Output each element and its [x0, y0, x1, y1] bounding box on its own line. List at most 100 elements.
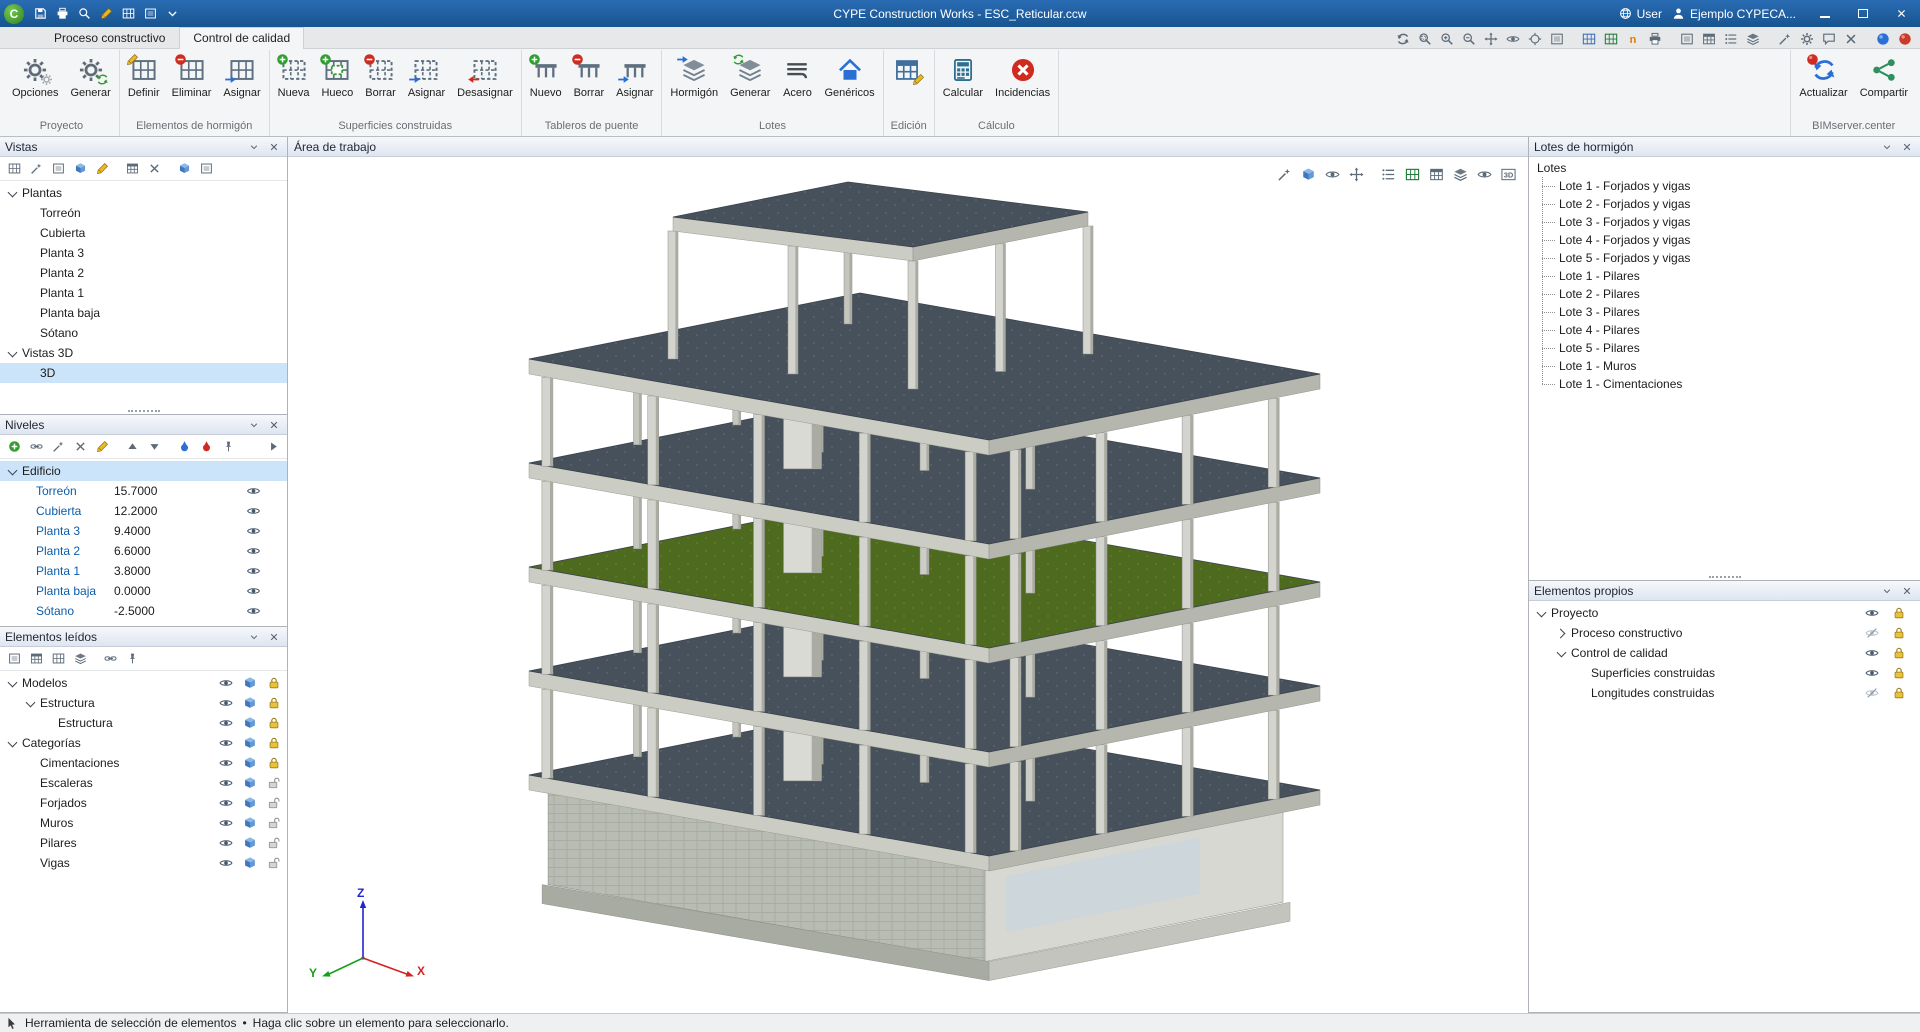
collapse-panel-icon[interactable]	[1879, 140, 1895, 154]
view-item-planta-1[interactable]: Planta 1	[0, 283, 287, 303]
level-item-planta-3[interactable]: Planta 3 9.4000	[0, 521, 287, 541]
ribbon-button-asignar[interactable]: Asignar	[611, 52, 658, 101]
highlight-red-icon[interactable]	[196, 437, 216, 456]
panel-resize-handle[interactable]	[0, 407, 287, 414]
duplicate-view-icon[interactable]	[122, 159, 142, 178]
save-icon[interactable]	[31, 5, 50, 23]
model-cube-icon[interactable]	[242, 856, 257, 871]
lot-item-lote-2-pilares[interactable]: Lote 2 - Pilares	[1542, 285, 1920, 303]
lot-item-lote-4-pilares[interactable]: Lote 4 - Pilares	[1542, 321, 1920, 339]
chevron-down-icon[interactable]	[8, 738, 18, 748]
unlock-icon[interactable]	[266, 776, 281, 791]
visibility-eye-icon[interactable]	[218, 816, 233, 831]
pin-levels-icon[interactable]	[218, 437, 238, 456]
ribbon-button-calcular[interactable]: Calcular	[938, 52, 988, 101]
delete-view-icon[interactable]	[144, 159, 164, 178]
visibility-eye-icon[interactable]	[218, 796, 233, 811]
lock-icon[interactable]	[266, 696, 281, 711]
panel-resize-handle[interactable]	[1529, 573, 1920, 580]
layer-views-icon[interactable]	[70, 649, 90, 668]
project-menu[interactable]: Ejemplo CYPECA...	[1672, 7, 1796, 21]
measure-tool-icon[interactable]	[1274, 165, 1294, 184]
own-item-longitudes-construidas[interactable]: Longitudes construidas	[1529, 683, 1920, 703]
chevron-down-icon[interactable]	[26, 698, 36, 708]
edit-level-icon[interactable]	[92, 437, 112, 456]
move-level-up-icon[interactable]	[122, 437, 142, 456]
tab-proceso-constructivo[interactable]: Proceso constructivo	[40, 27, 179, 48]
new-plan-view-icon[interactable]	[4, 159, 24, 178]
zoom-out-icon[interactable]	[1459, 29, 1479, 48]
layers-icon[interactable]	[1450, 165, 1470, 184]
hide-elements-icon[interactable]	[1474, 165, 1494, 184]
add-level-icon[interactable]	[4, 437, 24, 456]
pan-icon[interactable]	[1481, 29, 1501, 48]
new-section-view-icon[interactable]	[26, 159, 46, 178]
tables-icon[interactable]	[1426, 165, 1446, 184]
tree-item-edificio[interactable]: Edificio	[0, 461, 287, 481]
collapse-panel-icon[interactable]	[246, 140, 262, 154]
visibility-eye-icon[interactable]	[218, 676, 233, 691]
visibility-eye-icon[interactable]	[246, 544, 262, 558]
level-item-sotano[interactable]: Sótano -2.5000	[0, 601, 287, 621]
visibility-eye-icon[interactable]	[1864, 666, 1879, 681]
model-cube-icon[interactable]	[242, 716, 257, 731]
configuration-icon[interactable]	[1797, 29, 1817, 48]
ribbon-button-nueva[interactable]: Nueva	[273, 52, 315, 101]
ribbon-button-hueco[interactable]: Hueco	[316, 52, 358, 101]
lot-item-lote-1-cimentaciones[interactable]: Lote 1 - Cimentaciones	[1542, 375, 1920, 393]
solid-mode-icon[interactable]	[174, 159, 194, 178]
report-icon[interactable]	[1378, 165, 1398, 184]
chevron-down-icon[interactable]	[8, 466, 18, 476]
zoom-icon[interactable]	[75, 5, 94, 23]
chevron-icon[interactable]	[1537, 608, 1547, 618]
orbit-tool-icon[interactable]	[1346, 165, 1366, 184]
view-item-vistas-3d[interactable]: Vistas 3D	[0, 343, 287, 363]
3d-scene-building[interactable]	[288, 157, 1528, 1013]
work-area-canvas[interactable]: Z X Y	[288, 157, 1528, 1013]
export-document-icon[interactable]	[1623, 29, 1643, 48]
ribbon-button-compartir[interactable]: Compartir	[1855, 52, 1913, 101]
window-layout-1-icon[interactable]	[1677, 29, 1697, 48]
model-cube-icon[interactable]	[242, 676, 257, 691]
ribbon-button-eliminar[interactable]: Eliminar	[167, 52, 217, 101]
lock-icon[interactable]	[1891, 646, 1906, 661]
lock-icon[interactable]	[1891, 626, 1906, 641]
zoom-in-icon[interactable]	[1437, 29, 1457, 48]
lock-icon[interactable]	[266, 676, 281, 691]
view-item-torreon[interactable]: Torreón	[0, 203, 287, 223]
view-item-planta-2[interactable]: Planta 2	[0, 263, 287, 283]
own-item-superficies-construidas[interactable]: Superficies construidas	[1529, 663, 1920, 683]
unlock-icon[interactable]	[266, 856, 281, 871]
link-levels-icon[interactable]	[26, 437, 46, 456]
previous-view-icon[interactable]	[1503, 29, 1523, 48]
link-elements-icon[interactable]	[100, 649, 120, 668]
visibility-eye-icon[interactable]	[1864, 646, 1879, 661]
unlock-icon[interactable]	[266, 816, 281, 831]
model-cube-icon[interactable]	[242, 816, 257, 831]
level-item-planta-baja[interactable]: Planta baja 0.0000	[0, 581, 287, 601]
list-views-icon[interactable]	[26, 649, 46, 668]
view-item-plantas[interactable]: Plantas	[0, 183, 287, 203]
visibility-eye-icon[interactable]	[246, 524, 262, 538]
close-panel-icon[interactable]	[266, 140, 282, 154]
lot-item-lote-3-pilares[interactable]: Lote 3 - Pilares	[1542, 303, 1920, 321]
element-item-estructura-2[interactable]: Estructura	[0, 713, 287, 733]
delete-level-icon[interactable]	[70, 437, 90, 456]
user-menu[interactable]: User	[1619, 7, 1662, 21]
level-item-planta-2[interactable]: Planta 2 6.6000	[0, 541, 287, 561]
lot-item-lote-4-forjados-y-vigas[interactable]: Lote 4 - Forjados y vigas	[1542, 231, 1920, 249]
wireframe-mode-icon[interactable]	[196, 159, 216, 178]
export-dxf-icon[interactable]	[1579, 29, 1599, 48]
ribbon-button-borrar[interactable]: Borrar	[569, 52, 610, 101]
model-cube-icon[interactable]	[242, 696, 257, 711]
lot-item-lote-3-forjados-y-vigas[interactable]: Lote 3 - Forjados y vigas	[1542, 213, 1920, 231]
lock-icon[interactable]	[1891, 686, 1906, 701]
model-cube-icon[interactable]	[242, 776, 257, 791]
model-cube-icon[interactable]	[242, 836, 257, 851]
lot-item-lote-1-forjados-y-vigas[interactable]: Lote 1 - Forjados y vigas	[1542, 177, 1920, 195]
visibility-eye-icon[interactable]	[218, 836, 233, 851]
own-item-control-de-calidad[interactable]: Control de calidad	[1529, 643, 1920, 663]
visibility-options-icon[interactable]	[1322, 165, 1342, 184]
collapse-panel-icon[interactable]	[1879, 584, 1895, 598]
maximize-button[interactable]	[1844, 0, 1882, 27]
